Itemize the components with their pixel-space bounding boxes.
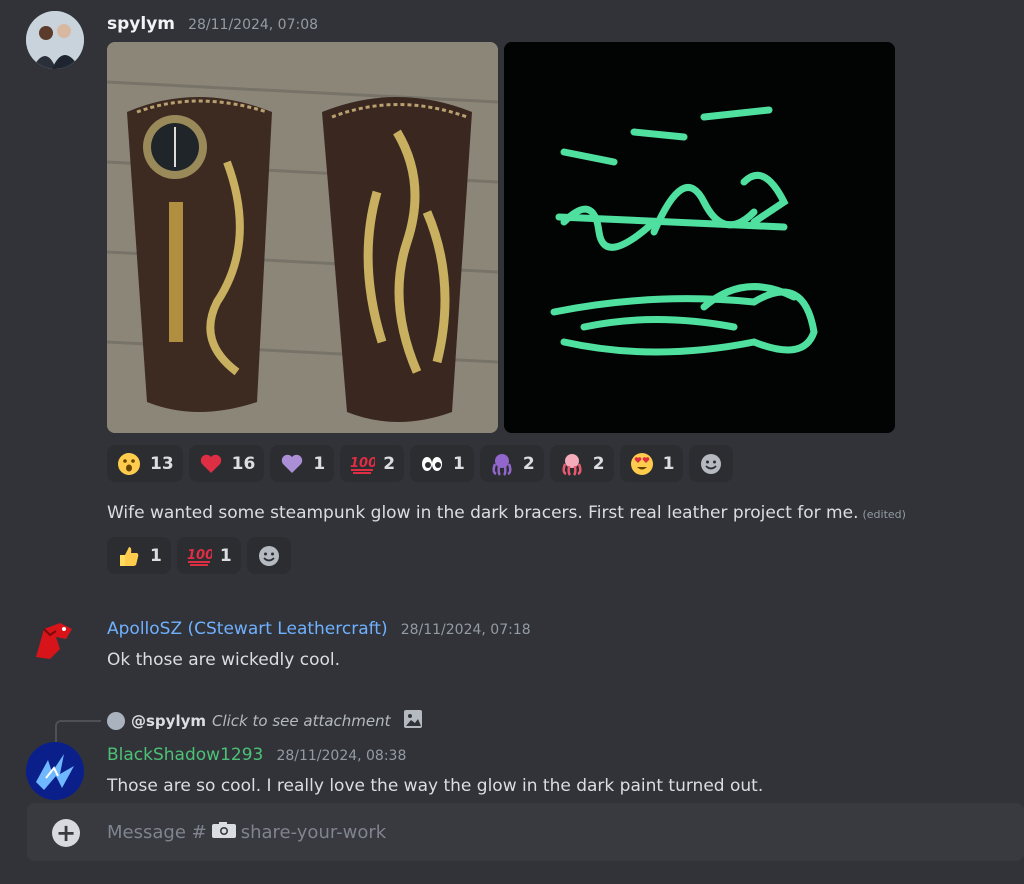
edited-label: (edited): [862, 508, 906, 521]
reaction-eyes[interactable]: 1: [410, 445, 474, 482]
reaction-hushed[interactable]: 13: [107, 445, 183, 482]
reaction-count: 1: [150, 545, 162, 566]
reaction-hundred[interactable]: 100 2: [340, 445, 405, 482]
reaction-purple-octopus[interactable]: 2: [479, 445, 544, 482]
reaction-hundred[interactable]: 100 1: [176, 537, 241, 574]
eyes-icon: [419, 451, 445, 477]
reaction-count: 16: [231, 453, 256, 474]
red-octopus-icon: [559, 451, 585, 477]
hushed-face-icon: [116, 451, 142, 477]
avatar-spylym[interactable]: [26, 11, 84, 69]
svg-text:100: 100: [187, 548, 212, 563]
message-spylym: spylym 28/11/2024, 07:08 13 16 1 100 2 1…: [0, 0, 1024, 590]
timestamp: 28/11/2024, 07:08: [188, 17, 319, 33]
attachment-image-glow[interactable]: [504, 42, 895, 433]
message-apollosz: ApolloSZ (CStewart Leathercraft) 28/11/2…: [0, 600, 1024, 680]
svg-text:100: 100: [350, 456, 375, 471]
add-reaction-button[interactable]: [246, 537, 291, 574]
message-input[interactable]: Message # share-your-work: [107, 821, 386, 844]
reaction-thumbs-up[interactable]: 1: [107, 537, 171, 574]
add-emoji-icon: [256, 543, 282, 569]
reaction-count: 2: [383, 453, 396, 474]
username[interactable]: ApolloSZ (CStewart Leathercraft): [107, 619, 388, 639]
reply-connector: [55, 720, 101, 742]
channel-name: share-your-work: [240, 822, 387, 843]
reaction-count: 13: [150, 453, 174, 474]
reaction-count: 2: [592, 453, 605, 474]
reaction-count: 1: [662, 453, 675, 474]
red-heart-icon: [198, 451, 224, 477]
username[interactable]: BlackShadow1293: [107, 745, 263, 765]
attachment-image-bracers[interactable]: [107, 42, 498, 433]
purple-heart-icon: [279, 451, 305, 477]
reaction-purple-heart[interactable]: 1: [270, 445, 335, 482]
username[interactable]: spylym: [107, 14, 175, 34]
reply-avatar: [107, 712, 125, 730]
reply-text: Click to see attachment: [212, 712, 391, 730]
reaction-count: 1: [453, 453, 465, 474]
add-emoji-icon: [698, 451, 724, 477]
message-content: Wife wanted some steampunk glow in the d…: [107, 503, 859, 523]
reply-preview[interactable]: @spylym Click to see attachment: [107, 709, 423, 733]
heart-eyes-icon: [629, 451, 655, 477]
reaction-count: 2: [522, 453, 535, 474]
message-composer: + Message # share-your-work: [27, 803, 1024, 861]
thumbs-up-icon: [116, 543, 142, 569]
placeholder-prefix: Message #: [107, 822, 207, 843]
purple-octopus-icon: [489, 451, 515, 477]
reaction-count: 1: [313, 453, 326, 474]
message-blackshadow: @spylym Click to see attachment BlackSha…: [0, 700, 1024, 800]
message-text: Wife wanted some steampunk glow in the d…: [107, 503, 906, 523]
image-icon: [403, 709, 423, 733]
camera-icon: [211, 821, 237, 844]
text-reactions: 1 100 1: [107, 537, 291, 574]
timestamp: 28/11/2024, 07:18: [400, 622, 531, 638]
avatar-blackshadow[interactable]: [26, 742, 84, 800]
reaction-red-octopus[interactable]: 2: [549, 445, 614, 482]
reaction-red-heart[interactable]: 16: [188, 445, 265, 482]
message-content: Ok those are wickedly cool.: [107, 650, 341, 670]
avatar-apollosz[interactable]: [26, 615, 78, 667]
reply-username[interactable]: @spylym: [131, 712, 206, 730]
hundred-icon: 100: [349, 451, 375, 477]
hundred-icon: 100: [186, 543, 212, 569]
attachment-reactions: 13 16 1 100 2 1 2 2 1: [107, 445, 734, 482]
attach-plus-button[interactable]: +: [52, 819, 80, 847]
plus-icon: +: [55, 819, 77, 847]
add-reaction-button[interactable]: [689, 445, 734, 482]
timestamp: 28/11/2024, 08:38: [276, 748, 407, 764]
reaction-count: 1: [219, 545, 232, 566]
message-content: Those are so cool. I really love the way…: [107, 776, 764, 796]
reaction-heart-eyes[interactable]: 1: [619, 445, 684, 482]
